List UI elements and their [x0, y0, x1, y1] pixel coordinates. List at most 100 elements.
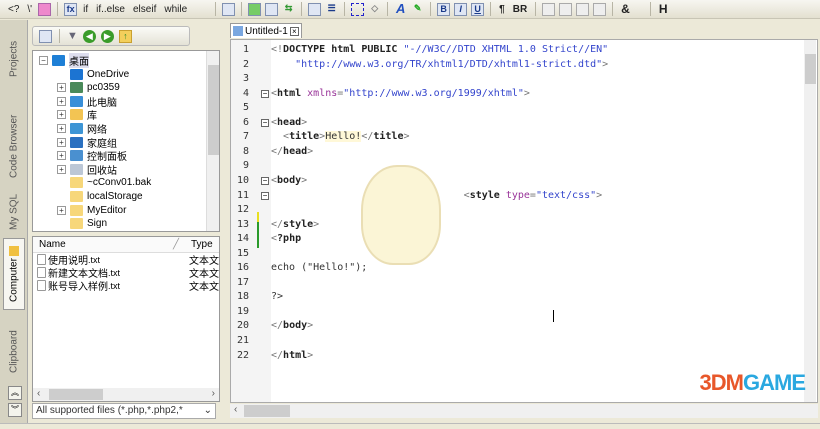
- code-line: </body>: [271, 320, 313, 331]
- folder-icon: [70, 177, 83, 189]
- editor-area: Untitled-1 × 3DMGAME 1 <!DOCTYPE html PUB…: [228, 20, 820, 423]
- back-icon[interactable]: ◀: [82, 29, 96, 43]
- italic-button[interactable]: I: [454, 2, 468, 16]
- expand-toggle[interactable]: +: [57, 110, 66, 120]
- color-icon[interactable]: [38, 2, 52, 16]
- window-icon[interactable]: [222, 2, 236, 16]
- column-type[interactable]: Type: [191, 239, 213, 250]
- scroll-up-tabs-button[interactable]: ︽: [8, 386, 22, 400]
- while-button[interactable]: while: [162, 4, 189, 15]
- tab-untitled-1[interactable]: Untitled-1 ×: [230, 23, 302, 38]
- align-left-icon[interactable]: [542, 2, 556, 16]
- tab-mysql[interactable]: My SQL: [3, 180, 25, 244]
- folder-icon: [70, 95, 83, 107]
- tree-item[interactable]: + MyEditor: [57, 204, 126, 217]
- heading-dropdown[interactable]: H: [657, 2, 670, 16]
- main-toolbar: <? \' fx if if..else elseif while ⇆ ☰ ◇ …: [0, 0, 820, 19]
- file-list-hscrollbar[interactable]: ‹ ›: [33, 388, 219, 401]
- line-break-button[interactable]: BR: [511, 4, 529, 15]
- font-icon[interactable]: A: [394, 2, 407, 16]
- tree-item[interactable]: localStorage: [57, 190, 143, 203]
- php-tag-button[interactable]: <?: [6, 4, 21, 15]
- if-button[interactable]: if: [81, 4, 90, 15]
- file-row[interactable]: 账号导入样例 .txt 文本文: [33, 279, 219, 293]
- saved-marker: [257, 222, 259, 248]
- up-folder-icon[interactable]: ↑: [118, 29, 132, 43]
- list-icon[interactable]: ☰: [325, 3, 338, 16]
- file-filter-select[interactable]: All supported files (*.php,*.php2,* ⌄: [32, 403, 216, 419]
- tree-item[interactable]: + 网络: [57, 122, 107, 136]
- tree-item[interactable]: + 此电脑: [57, 95, 117, 109]
- elseif-button[interactable]: elseif: [131, 4, 158, 15]
- line-number: 9: [242, 160, 249, 172]
- tree-item[interactable]: + 控制面板: [57, 149, 127, 163]
- expand-toggle[interactable]: +: [57, 83, 66, 93]
- tab-projects[interactable]: Projects: [3, 28, 25, 90]
- expand-toggle[interactable]: −: [39, 56, 48, 65]
- edit-icon[interactable]: [39, 29, 52, 43]
- scrollbar-thumb[interactable]: [208, 65, 219, 155]
- tab-computer[interactable]: Computer: [3, 238, 25, 310]
- code-token: >: [307, 145, 314, 157]
- code-token: body: [283, 320, 308, 332]
- folder-icon: [70, 68, 83, 80]
- tree-item[interactable]: − 桌面: [39, 53, 89, 68]
- escape-button[interactable]: \': [25, 4, 34, 15]
- expand-toggle[interactable]: +: [57, 96, 66, 106]
- tree-item[interactable]: Sign: [57, 217, 107, 230]
- fold-toggle[interactable]: −: [261, 118, 269, 127]
- code-editor[interactable]: 3DMGAME 1 <!DOCTYPE html PUBLIC "-//W3C//…: [230, 39, 818, 403]
- underline-button[interactable]: U: [471, 2, 485, 16]
- code-token: echo ("Hello!");: [271, 262, 368, 274]
- anchor-icon[interactable]: ⇆: [282, 3, 295, 16]
- tree-item[interactable]: + 家庭组: [57, 136, 117, 150]
- editor-vscrollbar[interactable]: [804, 40, 816, 402]
- code-token: >: [307, 349, 314, 361]
- code-line: echo ("Hello!");: [271, 262, 367, 273]
- expand-toggle[interactable]: +: [57, 151, 66, 161]
- link-icon[interactable]: [265, 2, 279, 16]
- tree-item[interactable]: + 回收站: [57, 163, 117, 177]
- fold-toggle[interactable]: −: [261, 176, 269, 185]
- tab-clipboard[interactable]: Clipboard: [3, 312, 25, 392]
- code-token: <: [271, 131, 290, 143]
- scroll-down-tabs-button[interactable]: ︾: [8, 403, 22, 417]
- scrollbar-thumb[interactable]: [49, 389, 103, 400]
- forward-icon[interactable]: ▶: [100, 29, 114, 43]
- frame-icon[interactable]: [351, 2, 365, 16]
- align-center-icon[interactable]: [559, 2, 573, 16]
- paragraph-button[interactable]: ¶: [497, 4, 507, 15]
- bold-button[interactable]: B: [437, 2, 451, 16]
- divider: [430, 2, 432, 16]
- tree-item[interactable]: + pc0359: [57, 81, 120, 94]
- scrollbar-thumb[interactable]: [244, 405, 290, 417]
- entity-dropdown[interactable]: &: [619, 2, 632, 16]
- folder-icon: [9, 245, 19, 256]
- filter-icon[interactable]: ▼: [67, 30, 78, 42]
- function-button[interactable]: fx: [64, 2, 78, 16]
- align-right-icon[interactable]: [576, 2, 590, 16]
- scrollbar-thumb[interactable]: [805, 54, 816, 84]
- tree-item[interactable]: ~cConv01.bak: [57, 176, 151, 189]
- column-name[interactable]: Name: [39, 239, 66, 250]
- expand-toggle[interactable]: +: [57, 137, 66, 147]
- expand-toggle[interactable]: +: [57, 124, 66, 133]
- fold-toggle[interactable]: −: [261, 191, 269, 200]
- expand-toggle[interactable]: +: [57, 205, 66, 215]
- tree-item[interactable]: + 库: [57, 108, 97, 122]
- tree-item[interactable]: OneDrive: [57, 68, 129, 81]
- expand-toggle[interactable]: +: [57, 164, 66, 174]
- table-icon[interactable]: [308, 2, 322, 16]
- justify-icon[interactable]: [593, 2, 607, 16]
- color-picker-icon[interactable]: ✎: [411, 3, 424, 16]
- tree-scrollbar[interactable]: [206, 51, 219, 231]
- image-icon[interactable]: [248, 2, 262, 16]
- fold-toggle[interactable]: −: [261, 89, 269, 98]
- if-else-button[interactable]: if..else: [94, 4, 127, 15]
- close-tab-button[interactable]: ×: [289, 26, 299, 36]
- code-token: </: [271, 218, 284, 230]
- eraser-icon[interactable]: ◇: [368, 3, 381, 16]
- folder-icon: [70, 123, 83, 134]
- line-number: 5: [242, 102, 249, 114]
- editor-hscrollbar[interactable]: ‹: [230, 404, 818, 418]
